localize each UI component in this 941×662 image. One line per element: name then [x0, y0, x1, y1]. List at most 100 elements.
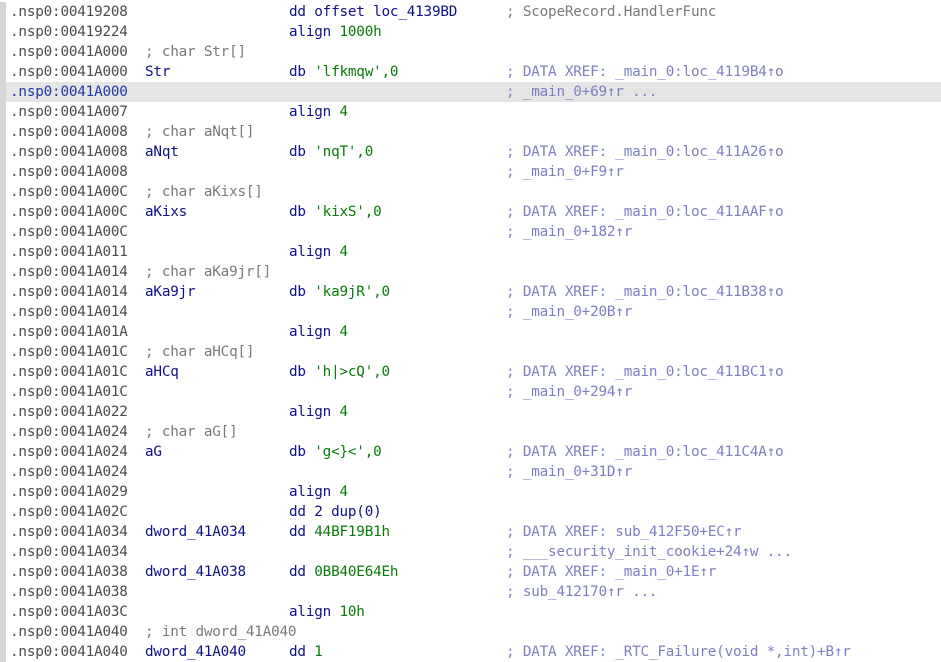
xref-comment[interactable]: ; DATA XREF: _main_0:loc_411B38↑o — [506, 282, 784, 302]
listing-line[interactable]: .nsp0:0041A040 ; int dword_41A040 — [0, 622, 941, 642]
listing-line[interactable]: .nsp0:0041A008 ; char aNqt[] — [0, 122, 941, 142]
address[interactable]: .nsp0:0041A024 — [10, 442, 128, 462]
address[interactable]: .nsp0:0041A014 — [10, 282, 128, 302]
operand[interactable]: 'kixS',0 — [314, 204, 381, 220]
symbol-label[interactable]: aKixs — [145, 202, 187, 222]
xref-comment[interactable]: ; DATA XREF: sub_412F50+EC↑r — [506, 522, 742, 542]
xref-comment[interactable]: ; DATA XREF: _main_0:loc_411AAF↑o — [506, 202, 784, 222]
address[interactable]: .nsp0:0041A024 — [10, 462, 128, 482]
operand[interactable]: 2 dup(0) — [314, 504, 381, 520]
address[interactable]: .nsp0:0041A00C — [10, 202, 128, 222]
disassembly-listing[interactable]: .nsp0:00419208 dd offset loc_4139BD ; Scop… — [0, 2, 941, 662]
symbol-label[interactable]: dword_41A040 — [145, 642, 246, 662]
operand[interactable]: 4 — [339, 404, 348, 420]
listing-line[interactable]: .nsp0:0041A014 ; _main_0+20B↑r — [0, 302, 941, 322]
address[interactable]: .nsp0:0041A02C — [10, 502, 128, 522]
address[interactable]: .nsp0:0041A034 — [10, 542, 128, 562]
address[interactable]: .nsp0:0041A038 — [10, 562, 128, 582]
address[interactable]: .nsp0:0041A03C — [10, 602, 128, 622]
xref-comment[interactable]: ; _main_0+20B↑r — [506, 302, 632, 322]
address[interactable]: .nsp0:0041A01A — [10, 322, 128, 342]
listing-line[interactable]: .nsp0:0041A040 dword_41A040 dd 1 ; DATA XRE… — [0, 642, 941, 662]
xref-comment[interactable]: ; sub_412170↑r ... — [506, 582, 658, 602]
xref-comment[interactable]: ; DATA XREF: _RTC_Failure(void *,int)+B↑… — [506, 642, 851, 662]
xref-comment[interactable]: ; DATA XREF: _main_0:loc_411C4A↑o — [506, 442, 784, 462]
address[interactable]: .nsp0:0041A024 — [10, 422, 128, 442]
xref-comment[interactable]: ; DATA XREF: _main_0:loc_411A26↑o — [506, 142, 784, 162]
operand[interactable]: 10h — [339, 604, 364, 620]
listing-line[interactable]: .nsp0:0041A01C aHCq db 'h|>cQ',0 ; DATA XRE… — [0, 362, 941, 382]
address[interactable]: .nsp0:0041A014 — [10, 262, 128, 282]
operand[interactable]: 1000h — [339, 24, 381, 40]
address[interactable]: .nsp0:0041A034 — [10, 522, 128, 542]
address[interactable]: .nsp0:00419224 — [10, 22, 128, 42]
listing-line[interactable]: .nsp0:0041A01A align 4 — [0, 322, 941, 342]
xref-comment[interactable]: ; _main_0+294↑r — [506, 382, 632, 402]
listing-line[interactable]: .nsp0:0041A03C align 10h — [0, 602, 941, 622]
listing-line[interactable]: .nsp0:0041A01C ; char aHCq[] — [0, 342, 941, 362]
listing-line[interactable]: .nsp0:0041A008 ; _main_0+F9↑r — [0, 162, 941, 182]
operand[interactable]: offset loc_4139BD — [314, 4, 457, 20]
listing-line[interactable]: .nsp0:0041A014 aKa9jr db 'ka9jR',0 ; DATA X… — [0, 282, 941, 302]
listing-line[interactable]: .nsp0:0041A024 aG db 'g<}<',0 ; DATA XREF: … — [0, 442, 941, 462]
listing-line[interactable]: .nsp0:0041A034 dword_41A034 dd 44BF19B1h ; … — [0, 522, 941, 542]
listing-line[interactable]: .nsp0:0041A007 align 4 — [0, 102, 941, 122]
operand[interactable]: 4 — [339, 324, 348, 340]
xref-comment[interactable]: ; _main_0+182↑r — [506, 222, 632, 242]
operand[interactable]: 'lfkmqw',0 — [314, 64, 398, 80]
symbol-label[interactable]: dword_41A034 — [145, 522, 246, 542]
listing-line[interactable]: .nsp0:0041A02C dd 2 dup(0) — [0, 502, 941, 522]
operand[interactable]: 'g<}<',0 — [314, 444, 381, 460]
address[interactable]: .nsp0:0041A022 — [10, 402, 128, 422]
address[interactable]: .nsp0:0041A029 — [10, 482, 128, 502]
address[interactable]: .nsp0:0041A000 — [10, 62, 128, 82]
xref-comment[interactable]: ; _main_0+F9↑r — [506, 162, 624, 182]
symbol-label[interactable]: aG — [145, 442, 162, 462]
xref-comment[interactable]: ; DATA XREF: _main_0:loc_4119B4↑o — [506, 62, 784, 82]
address[interactable]: .nsp0:0041A040 — [10, 622, 128, 642]
listing-line[interactable]: .nsp0:0041A000 Str db 'lfkmqw',0 ; DATA XRE… — [0, 62, 941, 82]
listing-line[interactable]: .nsp0:0041A022 align 4 — [0, 402, 941, 422]
operand[interactable]: 4 — [339, 244, 348, 260]
listing-line[interactable]: .nsp0:0041A034 ; ___security_init_cookie+… — [0, 542, 941, 562]
listing-line[interactable]: .nsp0:0041A029 align 4 — [0, 482, 941, 502]
listing-line[interactable]: .nsp0:00419208 dd offset loc_4139BD ; Scop… — [0, 2, 941, 22]
address[interactable]: .nsp0:0041A000 — [10, 42, 128, 62]
xref-comment[interactable]: ; DATA XREF: _main_0:loc_411BC1↑o — [506, 362, 784, 382]
listing-line[interactable]: .nsp0:0041A024 ; _main_0+31D↑r — [0, 462, 941, 482]
listing-line[interactable]: .nsp0:0041A024 ; char aG[] — [0, 422, 941, 442]
symbol-label[interactable]: dword_41A038 — [145, 562, 246, 582]
address[interactable]: .nsp0:0041A040 — [10, 642, 128, 662]
operand[interactable]: 0BB40E64Eh — [314, 564, 398, 580]
operand[interactable]: 'nqT',0 — [314, 144, 373, 160]
address[interactable]: .nsp0:0041A01C — [10, 362, 128, 382]
xref-comment[interactable]: ; _main_0+31D↑r — [506, 462, 632, 482]
address[interactable]: .nsp0:0041A011 — [10, 242, 128, 262]
operand[interactable]: 'h|>cQ',0 — [314, 364, 390, 380]
listing-line[interactable]: .nsp0:0041A011 align 4 — [0, 242, 941, 262]
listing-line[interactable]: .nsp0:0041A00C ; _main_0+182↑r — [0, 222, 941, 242]
listing-line[interactable]: .nsp0:0041A038 dword_41A038 dd 0BB40E64Eh;… — [0, 562, 941, 582]
listing-line[interactable]: .nsp0:0041A00C ; char aKixs[] — [0, 182, 941, 202]
address[interactable]: .nsp0:0041A000 — [10, 82, 128, 102]
symbol-label[interactable]: aKa9jr — [145, 282, 196, 302]
listing-line[interactable]: .nsp0:0041A008 aNqt db 'nqT',0 ; DATA XREF:… — [0, 142, 941, 162]
address[interactable]: .nsp0:0041A038 — [10, 582, 128, 602]
xref-comment[interactable]: ; ___security_init_cookie+24↑w ... — [506, 542, 792, 562]
listing-line[interactable]: .nsp0:0041A00C aKixs db 'kixS',0 ; DATA XRE… — [0, 202, 941, 222]
address[interactable]: .nsp0:0041A007 — [10, 102, 128, 122]
listing-line[interactable]: .nsp0:0041A000 ; char Str[] — [0, 42, 941, 62]
address[interactable]: .nsp0:0041A00C — [10, 222, 128, 242]
address[interactable]: .nsp0:0041A014 — [10, 302, 128, 322]
address[interactable]: .nsp0:0041A01C — [10, 382, 128, 402]
address[interactable]: .nsp0:0041A01C — [10, 342, 128, 362]
symbol-label[interactable]: aHCq — [145, 362, 179, 382]
symbol-label[interactable]: aNqt — [145, 142, 179, 162]
operand[interactable]: 4 — [339, 104, 348, 120]
operand[interactable]: 'ka9jR',0 — [314, 284, 390, 300]
listing-line[interactable]: .nsp0:0041A01C ; _main_0+294↑r — [0, 382, 941, 402]
address[interactable]: .nsp0:0041A008 — [10, 122, 128, 142]
operand[interactable]: 4 — [339, 484, 348, 500]
address[interactable]: .nsp0:0041A008 — [10, 162, 128, 182]
xref-comment[interactable]: ; _main_0+69↑r ... — [506, 82, 658, 102]
